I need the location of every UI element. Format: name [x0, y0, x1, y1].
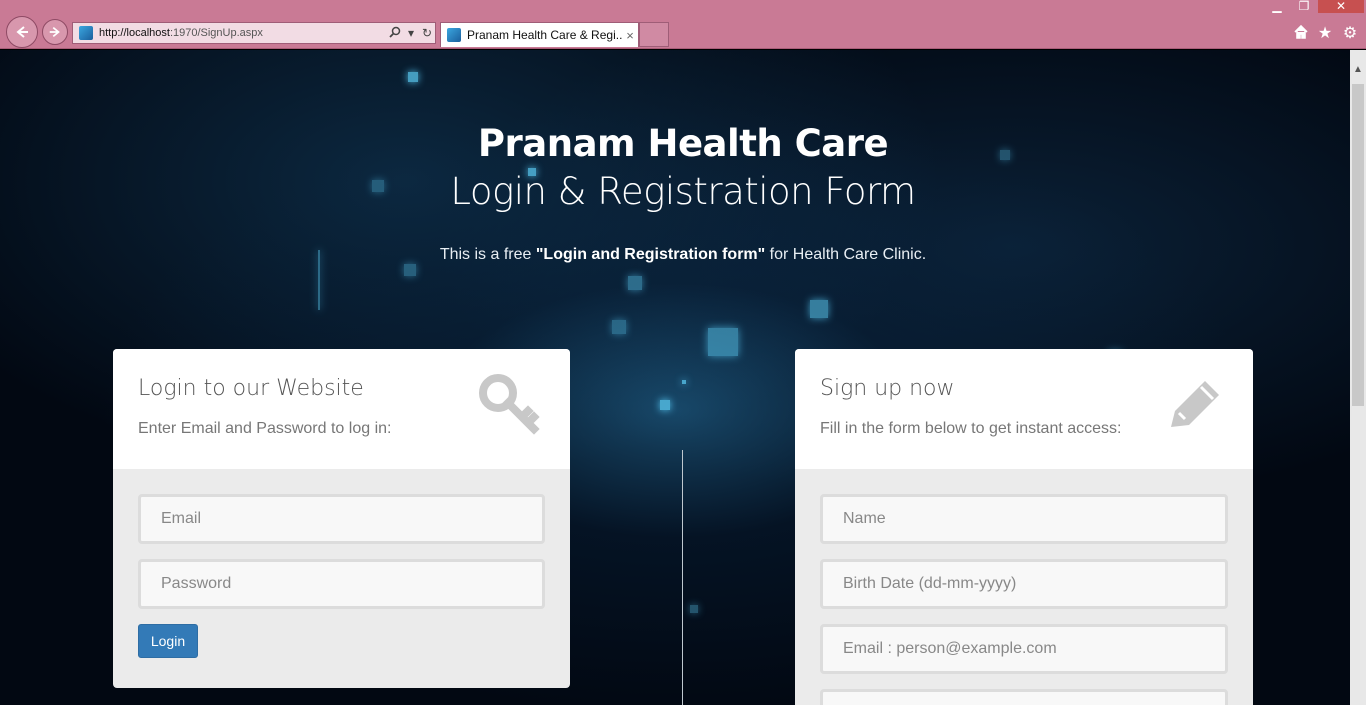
circuit-glow [660, 400, 670, 410]
login-description: Enter Email and Password to log in: [138, 420, 392, 437]
back-arrow-icon [16, 26, 28, 38]
tab-active[interactable]: Pranam Health Care & Regi... × [440, 22, 639, 47]
search-icon[interactable] [387, 26, 403, 41]
page-description: This is a free "Login and Registration f… [0, 246, 1350, 264]
signup-title: Sign up now [820, 376, 955, 401]
home-icon[interactable] [1291, 24, 1311, 44]
signup-description: Fill in the form below to get instant ac… [820, 420, 1122, 437]
circuit-glow [408, 72, 418, 82]
tab-close-icon[interactable]: × [622, 28, 638, 43]
minimize-icon[interactable]: ▁ [1266, 0, 1288, 14]
tab-favicon-icon [447, 28, 461, 42]
vertical-divider [682, 450, 683, 705]
signup-card-header: Sign up now Fill in the form below to ge… [795, 349, 1253, 469]
pencil-icon [1161, 373, 1225, 437]
forward-button[interactable] [42, 19, 68, 45]
close-window-icon[interactable]: ✕ [1318, 0, 1364, 13]
page-background: Pranam Health Care Login & Registration … [0, 50, 1350, 705]
new-tab-button[interactable] [639, 22, 669, 47]
password-field[interactable]: Password [138, 559, 545, 609]
circuit-glow [628, 276, 642, 290]
url-path: :1970/SignUp.aspx [169, 27, 263, 39]
key-icon [478, 373, 542, 437]
url-host: http://localhost [99, 27, 170, 39]
birthdate-field[interactable]: Birth Date (dd-mm-yyyy) [820, 559, 1228, 609]
tab-title: Pranam Health Care & Regi... [467, 28, 622, 42]
signup-email-field[interactable]: Email : person@example.com [820, 624, 1228, 674]
circuit-glow [690, 605, 698, 613]
circuit-glow [810, 300, 828, 318]
restore-icon[interactable]: ❐ [1294, 0, 1314, 14]
signup-next-field[interactable] [820, 689, 1228, 705]
back-button[interactable] [6, 16, 38, 48]
refresh-icon[interactable]: ↻ [419, 26, 435, 40]
browser-chrome: http://localhost:1970/SignUp.aspx ▾ ↻ Pr… [0, 0, 1366, 49]
gear-icon[interactable]: ⚙ [1340, 24, 1360, 44]
circuit-glow [612, 320, 626, 334]
site-favicon-icon [79, 26, 93, 40]
desc-bold: "Login and Registration form" [535, 246, 766, 263]
login-card-header: Login to our Website Enter Email and Pas… [113, 349, 570, 469]
circuit-glow [682, 380, 686, 384]
address-url[interactable]: http://localhost:1970/SignUp.aspx [99, 27, 387, 39]
scroll-up-icon[interactable]: ▲ [1350, 62, 1366, 78]
scrollbar-thumb[interactable] [1352, 84, 1364, 406]
login-title: Login to our Website [138, 376, 364, 401]
favorites-star-icon[interactable]: ★ [1315, 24, 1335, 44]
page-title: Pranam Health Care [477, 122, 889, 165]
name-field[interactable]: Name [820, 494, 1228, 544]
login-button[interactable]: Login [138, 624, 198, 658]
login-card: Login to our Website Enter Email and Pas… [113, 349, 570, 688]
address-bar[interactable]: http://localhost:1970/SignUp.aspx ▾ ↻ [72, 22, 436, 44]
signup-card: Sign up now Fill in the form below to ge… [795, 349, 1253, 705]
desc-suffix: for Health Care Clinic. [765, 246, 927, 263]
desc-prefix: This is a free [439, 246, 536, 263]
circuit-glow [404, 264, 416, 276]
page-subtitle: Login & Registration Form [450, 170, 916, 213]
email-field[interactable]: Email [138, 494, 545, 544]
dropdown-icon[interactable]: ▾ [403, 26, 419, 40]
page-scrollbar[interactable]: ▲ [1350, 50, 1366, 705]
circuit-glow [708, 328, 738, 356]
forward-arrow-icon [49, 26, 60, 38]
